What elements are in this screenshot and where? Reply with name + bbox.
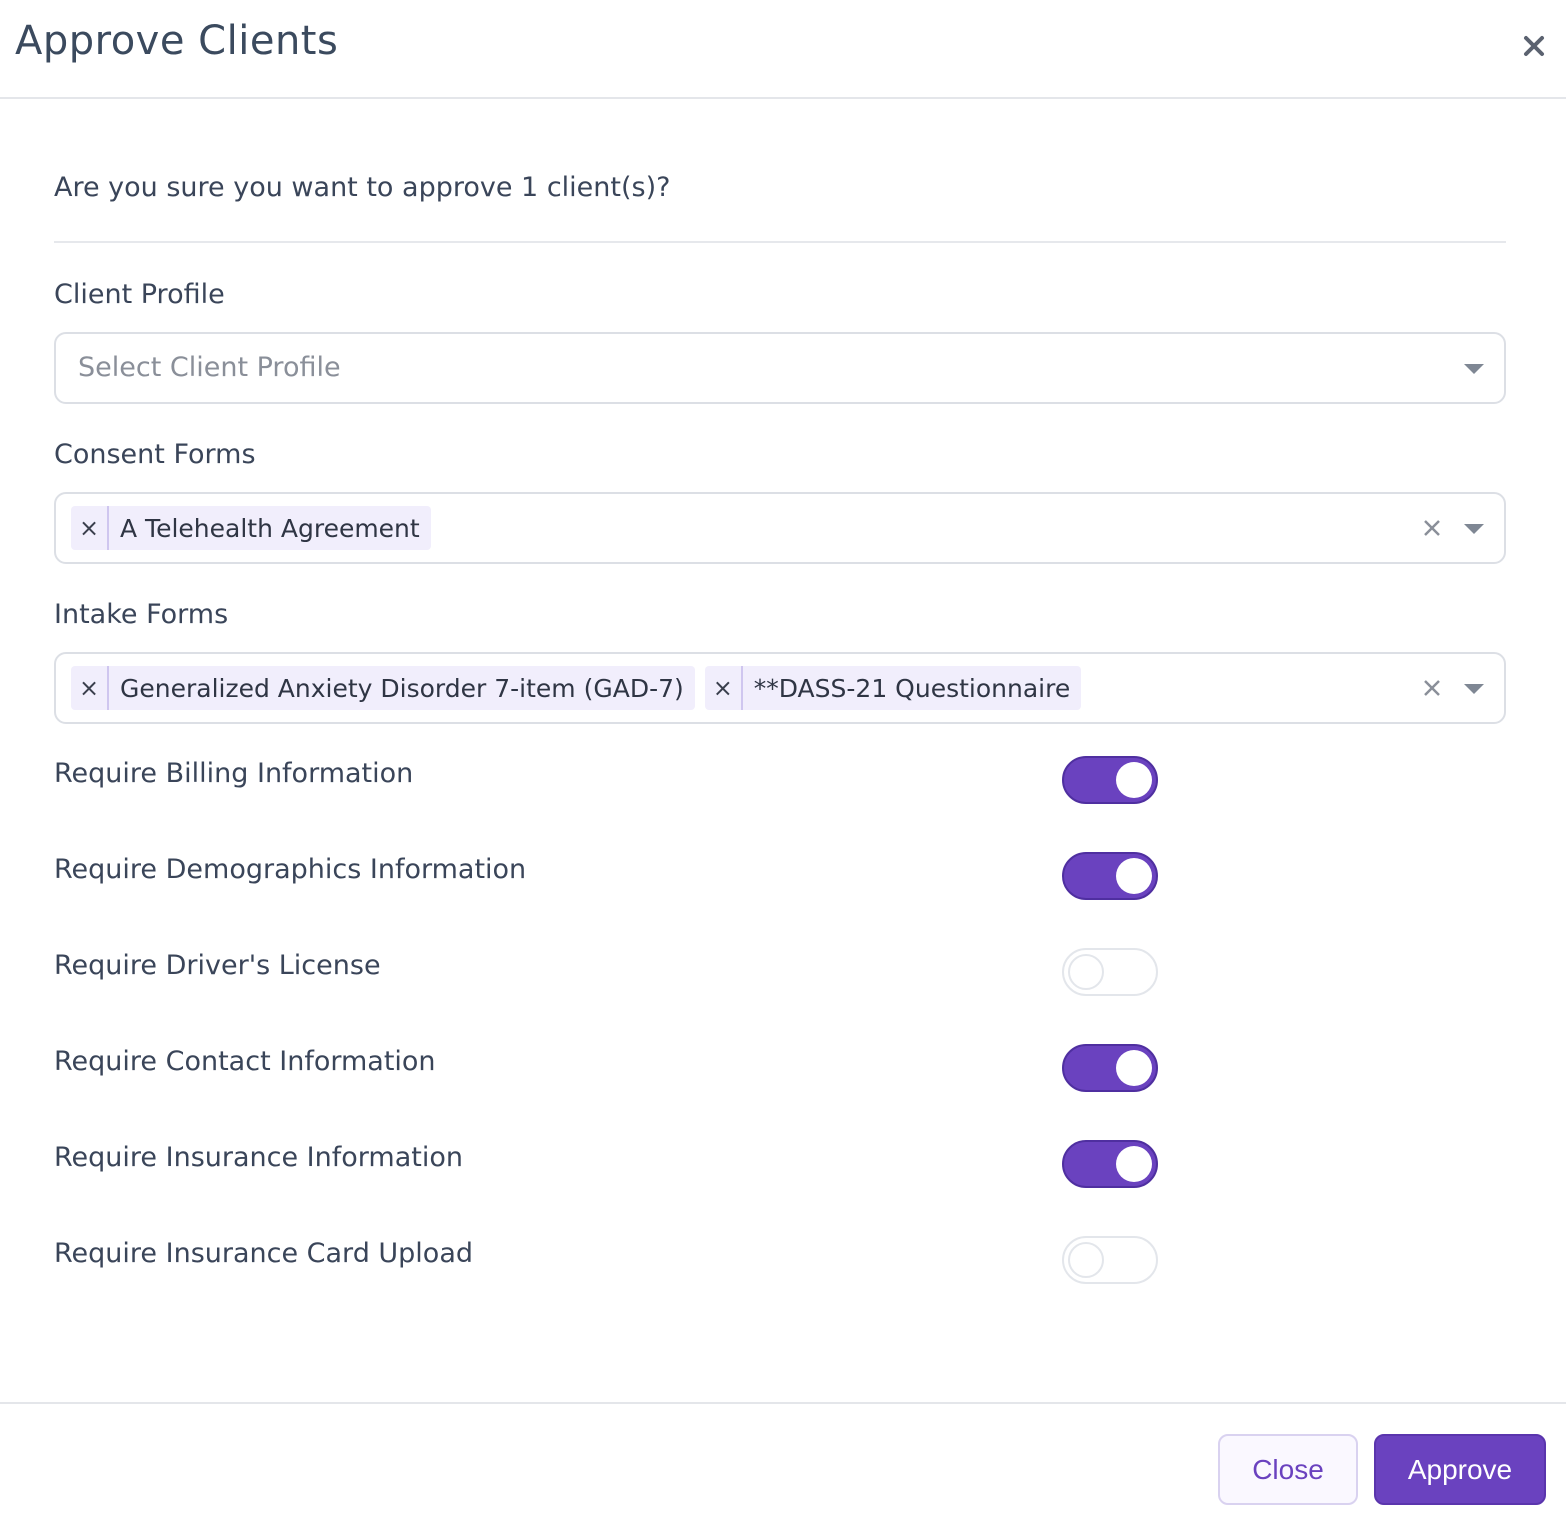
- dialog-header: Approve Clients: [0, 0, 1566, 99]
- toggle-label: Require Insurance Information: [54, 1142, 463, 1173]
- chevron-down-icon[interactable]: [1464, 524, 1484, 534]
- divider: [54, 241, 1506, 243]
- consent-forms-tags: × A Telehealth Agreement: [71, 506, 431, 550]
- toggle-label: Require Driver's License: [54, 950, 381, 981]
- toggle-label: Require Billing Information: [54, 758, 414, 789]
- billing-toggle[interactable]: [1062, 756, 1158, 804]
- intake-forms-select[interactable]: × Generalized Anxiety Disorder 7-item (G…: [54, 652, 1506, 724]
- dialog-title: Approve Clients: [15, 18, 339, 64]
- consent-forms-label: Consent Forms: [54, 439, 256, 470]
- client-profile-select[interactable]: Select Client Profile: [54, 332, 1506, 404]
- toggle-label: Require Demographics Information: [54, 854, 527, 885]
- confirmation-question: Are you sure you want to approve 1 clien…: [54, 172, 671, 203]
- tag-label: Generalized Anxiety Disorder 7-item (GAD…: [120, 673, 684, 703]
- toggle-label: Require Contact Information: [54, 1046, 436, 1077]
- insurance-card-toggle[interactable]: [1062, 1236, 1158, 1284]
- tag-label: A Telehealth Agreement: [120, 513, 420, 543]
- chevron-down-icon[interactable]: [1464, 364, 1484, 374]
- intake-form-tag: × Generalized Anxiety Disorder 7-item (G…: [71, 666, 695, 710]
- tag-remove-icon[interactable]: ×: [71, 506, 109, 550]
- toggle-knob: [1116, 858, 1152, 894]
- drivers-license-toggle[interactable]: [1062, 948, 1158, 996]
- toggle-row-insurance: Require Insurance Information: [54, 1140, 1164, 1190]
- approve-button[interactable]: Approve: [1374, 1434, 1546, 1505]
- toggle-row-insurance-card: Require Insurance Card Upload: [54, 1236, 1164, 1286]
- contact-toggle[interactable]: [1062, 1044, 1158, 1092]
- tag-label: **DASS-21 Questionnaire: [753, 673, 1071, 703]
- toggle-row-contact: Require Contact Information: [54, 1044, 1164, 1094]
- intake-forms-tags: × Generalized Anxiety Disorder 7-item (G…: [71, 666, 1082, 710]
- approve-clients-dialog: Approve Clients Are you sure you want to…: [0, 0, 1566, 1528]
- clear-icon[interactable]: [1422, 518, 1442, 538]
- intake-forms-label: Intake Forms: [54, 599, 229, 630]
- toggle-knob: [1116, 762, 1152, 798]
- tag-remove-icon[interactable]: ×: [71, 666, 109, 710]
- toggle-row-billing: Require Billing Information: [54, 756, 1164, 806]
- intake-form-tag: × **DASS-21 Questionnaire: [704, 666, 1082, 710]
- toggle-knob: [1068, 1242, 1104, 1278]
- toggle-knob: [1116, 1146, 1152, 1182]
- consent-forms-select[interactable]: × A Telehealth Agreement: [54, 492, 1506, 564]
- footer-divider: [0, 1402, 1566, 1404]
- clear-icon[interactable]: [1422, 678, 1442, 698]
- toggle-knob: [1068, 954, 1104, 990]
- consent-form-tag: × A Telehealth Agreement: [71, 506, 431, 550]
- demographics-toggle[interactable]: [1062, 852, 1158, 900]
- close-button[interactable]: Close: [1218, 1434, 1358, 1505]
- client-profile-placeholder: Select Client Profile: [78, 352, 341, 383]
- toggle-row-drivers-license: Require Driver's License: [54, 948, 1164, 998]
- toggle-knob: [1116, 1050, 1152, 1086]
- client-profile-label: Client Profile: [54, 279, 225, 310]
- toggle-label: Require Insurance Card Upload: [54, 1238, 474, 1269]
- toggle-row-demographics: Require Demographics Information: [54, 852, 1164, 902]
- tag-remove-icon[interactable]: ×: [705, 666, 743, 710]
- insurance-toggle[interactable]: [1062, 1140, 1158, 1188]
- close-icon[interactable]: [1518, 30, 1550, 62]
- chevron-down-icon[interactable]: [1464, 684, 1484, 694]
